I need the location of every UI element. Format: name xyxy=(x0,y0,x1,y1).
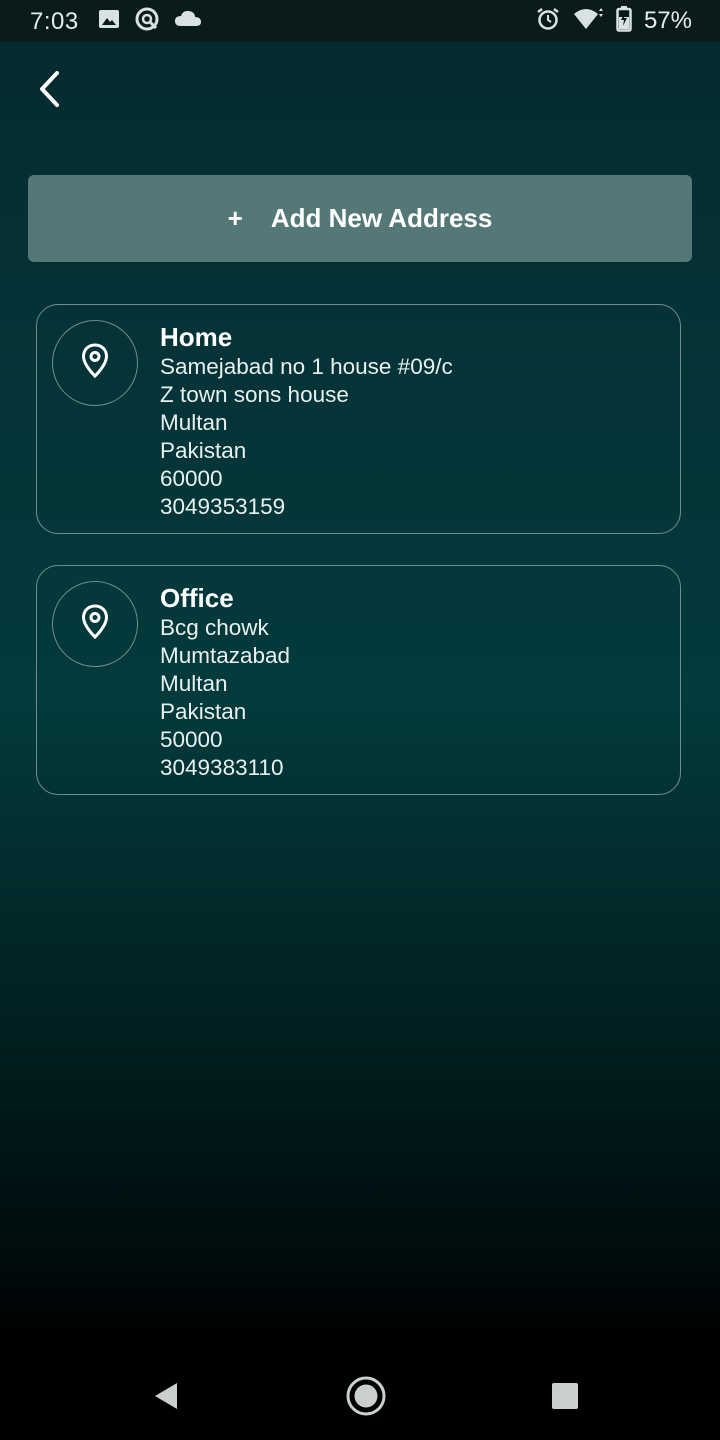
add-new-address-label: Add New Address xyxy=(270,203,493,233)
address-postal-code: 50000 xyxy=(160,727,223,752)
alarm-icon xyxy=(536,7,560,36)
battery-percent: 57% xyxy=(643,7,692,34)
address-city: Multan xyxy=(160,410,228,435)
status-right: 57% xyxy=(536,5,692,37)
address-card-office[interactable]: Office Bcg chowk Mumtazabad Multan Pakis… xyxy=(36,565,681,795)
location-pin-badge xyxy=(52,581,138,667)
status-bar: 7:03 57% xyxy=(0,0,720,42)
chevron-left-icon xyxy=(37,69,63,114)
nav-recents-button[interactable] xyxy=(541,1374,589,1422)
address-phone: 3049353159 xyxy=(160,494,286,519)
address-country: Pakistan xyxy=(160,699,247,724)
back-button[interactable] xyxy=(28,66,72,116)
wifi-icon xyxy=(572,7,604,36)
sync-icon xyxy=(134,6,160,37)
address-postal-code: 60000 xyxy=(160,466,223,491)
address-area: Mumtazabad xyxy=(160,643,291,668)
address-details: Home Samejabad no 1 house #09/c Z town s… xyxy=(160,321,453,521)
battery-charging-icon xyxy=(616,5,632,37)
address-details: Office Bcg chowk Mumtazabad Multan Pakis… xyxy=(160,582,290,782)
navigation-bar xyxy=(0,1356,720,1440)
address-street: Bcg chowk xyxy=(160,615,269,640)
add-new-address-button[interactable]: + Add New Address xyxy=(28,175,692,262)
nav-home-icon xyxy=(345,1375,387,1422)
location-pin-badge xyxy=(52,320,138,406)
address-street: Samejabad no 1 house #09/c xyxy=(160,354,453,379)
address-title: Home xyxy=(160,322,233,352)
address-area: Z town sons house xyxy=(160,382,349,407)
address-card-home[interactable]: Home Samejabad no 1 house #09/c Z town s… xyxy=(36,304,681,534)
image-icon xyxy=(98,8,120,35)
plus-icon: + xyxy=(227,203,243,233)
address-phone: 3049383110 xyxy=(160,755,284,780)
cloud-icon xyxy=(174,9,202,34)
nav-home-button[interactable] xyxy=(342,1374,390,1422)
location-pin-icon xyxy=(81,603,109,645)
status-left-icons xyxy=(98,7,202,35)
status-time: 7:03 xyxy=(30,8,79,35)
nav-back-button[interactable] xyxy=(142,1374,190,1422)
nav-back-icon xyxy=(152,1381,180,1416)
location-pin-icon xyxy=(81,342,109,384)
address-country: Pakistan xyxy=(160,438,247,463)
address-city: Multan xyxy=(160,671,228,696)
address-title: Office xyxy=(160,583,234,613)
nav-recents-icon xyxy=(551,1382,579,1415)
